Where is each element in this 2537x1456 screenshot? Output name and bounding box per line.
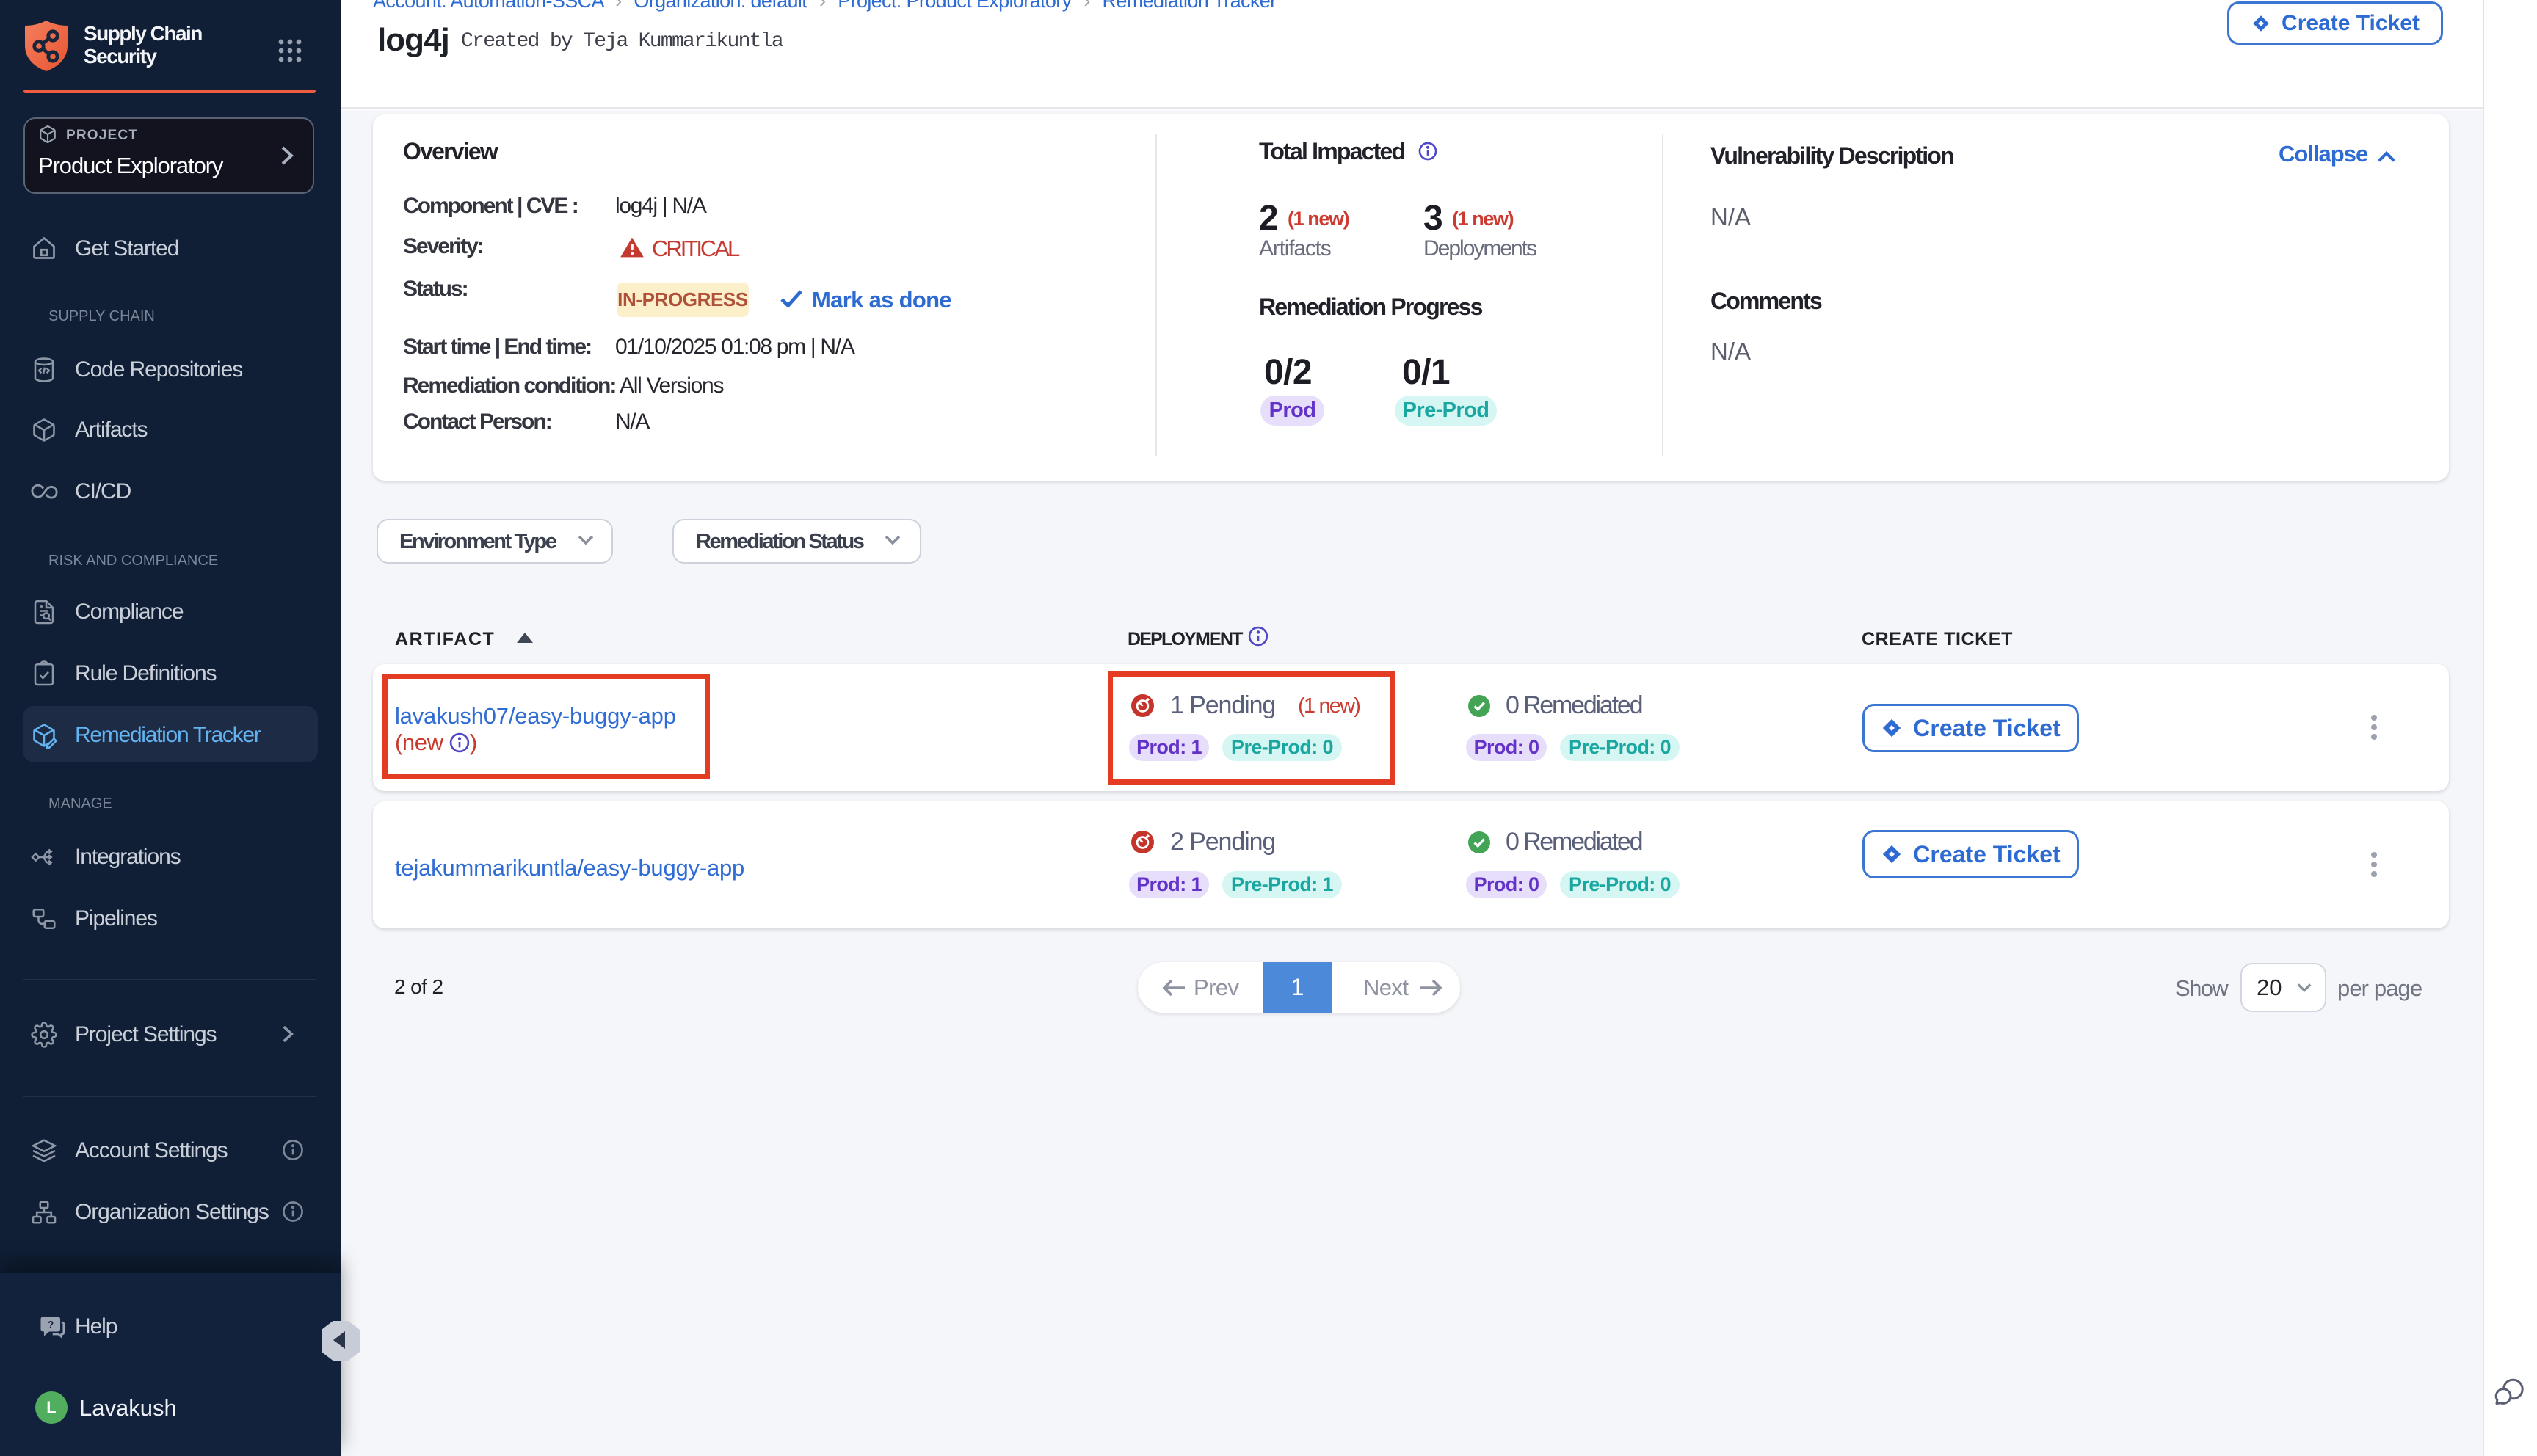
svg-text:?: ? xyxy=(48,1320,54,1331)
